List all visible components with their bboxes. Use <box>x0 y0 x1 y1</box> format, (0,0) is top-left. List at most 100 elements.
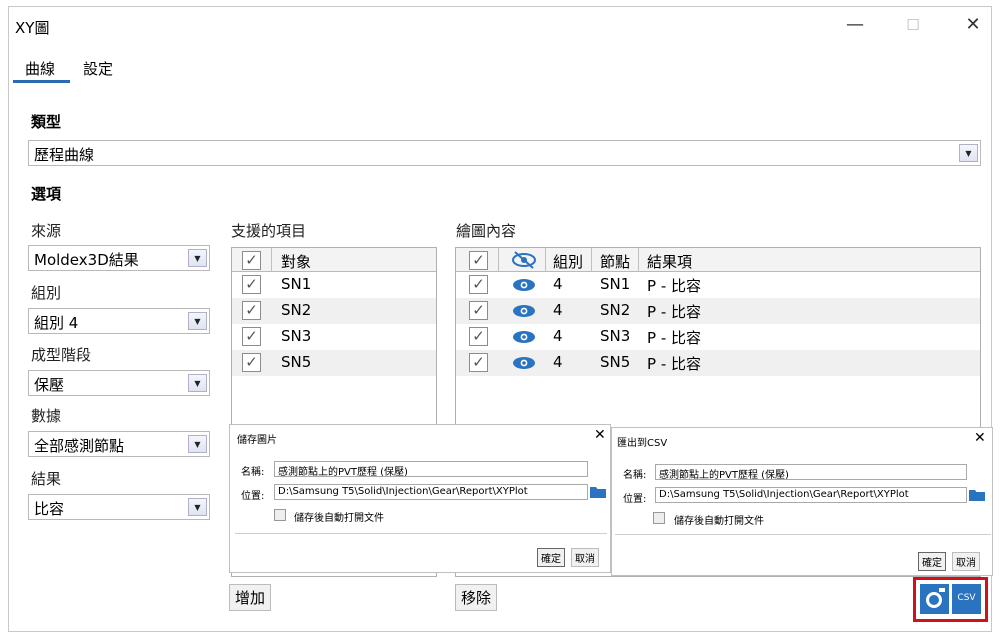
location-field[interactable]: D:\Samsung T5\Solid\Injection\Gear\Repor… <box>655 487 967 503</box>
auto-open-label: 儲存後自動打開文件 <box>294 513 384 524</box>
supported-item-label: SN2 <box>281 301 312 319</box>
location-label: 位置: <box>241 491 265 502</box>
close-icon[interactable]: ✕ <box>594 427 606 443</box>
stage-select-value: 保壓 <box>34 376 65 394</box>
plot-row[interactable]: ✓ 4 SN2 P - 比容 <box>456 298 980 324</box>
result-select-value: 比容 <box>34 500 65 518</box>
row-checkbox[interactable]: ✓ <box>469 301 488 320</box>
chevron-down-icon: ▼ <box>188 312 207 330</box>
result-cell: P - 比容 <box>647 329 701 347</box>
plot-row[interactable]: ✓ 4 SN3 P - 比容 <box>456 324 980 350</box>
supported-item-label: SN3 <box>281 327 312 345</box>
dialog-title: 儲存圖片 <box>237 435 277 446</box>
supported-row[interactable]: ✓ SN2 <box>232 298 436 324</box>
location-label: 位置: <box>623 494 647 505</box>
supported-items-label: 支援的項目 <box>231 222 307 240</box>
data-select[interactable]: 全部感測節點 ▼ <box>28 431 210 457</box>
group-cell: 4 <box>553 353 563 371</box>
divider <box>615 534 991 535</box>
auto-open-checkbox[interactable] <box>653 512 665 524</box>
row-checkbox[interactable]: ✓ <box>242 327 261 346</box>
node-cell: SN1 <box>600 275 631 293</box>
row-checkbox[interactable]: ✓ <box>469 353 488 372</box>
chevron-down-icon: ▼ <box>188 435 207 453</box>
group-select-value: 組別 4 <box>34 314 79 332</box>
remove-button[interactable]: 移除 <box>455 584 498 611</box>
eye-icon[interactable] <box>511 354 537 372</box>
folder-icon[interactable] <box>969 488 985 501</box>
select-all-checkbox[interactable]: ✓ <box>469 251 488 270</box>
save-image-dialog: 儲存圖片 ✕ 名稱: 感測節點上的PVT歷程 (保壓) 位置: D:\Samsu… <box>229 424 611 573</box>
add-button[interactable]: 增加 <box>229 584 272 611</box>
name-label: 名稱: <box>241 467 265 478</box>
chevron-down-icon: ▼ <box>959 144 978 162</box>
source-select-value: Moldex3D結果 <box>34 251 139 269</box>
supported-item-label: SN1 <box>281 275 312 293</box>
tab-curve[interactable]: 曲線 <box>25 58 55 79</box>
eye-icon[interactable] <box>511 328 537 346</box>
supported-row[interactable]: ✓ SN1 <box>232 272 436 298</box>
camera-icon <box>926 588 945 608</box>
export-csv-dialog: 匯出到CSV ✕ 名稱: 感測節點上的PVT歷程 (保壓) 位置: D:\Sam… <box>611 427 993 576</box>
group-column-header: 組別 <box>553 253 584 271</box>
tab-settings[interactable]: 設定 <box>83 58 113 79</box>
source-select[interactable]: Moldex3D結果 ▼ <box>28 245 210 271</box>
minimize-button[interactable]: — <box>840 14 870 35</box>
location-field[interactable]: D:\Samsung T5\Solid\Injection\Gear\Repor… <box>274 484 588 500</box>
eye-icon[interactable] <box>511 302 537 320</box>
node-cell: SN2 <box>600 301 631 319</box>
close-icon[interactable]: ✕ <box>974 430 986 446</box>
result-select[interactable]: 比容 ▼ <box>28 494 210 520</box>
node-column-header: 節點 <box>600 253 631 271</box>
node-cell: SN5 <box>600 353 631 371</box>
row-checkbox[interactable]: ✓ <box>469 327 488 346</box>
result-label: 結果 <box>31 470 62 488</box>
plot-row[interactable]: ✓ 4 SN5 P - 比容 <box>456 350 980 376</box>
chevron-down-icon: ▼ <box>188 498 207 516</box>
name-field[interactable]: 感測節點上的PVT歷程 (保壓) <box>655 464 967 480</box>
eye-hidden-icon[interactable] <box>511 251 537 269</box>
close-button[interactable]: ✕ <box>958 14 988 35</box>
group-cell: 4 <box>553 301 563 319</box>
stage-select[interactable]: 保壓 ▼ <box>28 370 210 396</box>
row-checkbox[interactable]: ✓ <box>242 353 261 372</box>
export-csv-button[interactable]: CSV <box>952 584 981 614</box>
plot-row[interactable]: ✓ 4 SN1 P - 比容 <box>456 272 980 298</box>
row-checkbox[interactable]: ✓ <box>469 275 488 294</box>
result-column-header: 結果項 <box>647 253 693 271</box>
chevron-down-icon: ▼ <box>188 374 207 392</box>
result-cell: P - 比容 <box>647 303 701 321</box>
source-label: 來源 <box>31 222 62 240</box>
group-select[interactable]: 組別 4 ▼ <box>28 308 210 334</box>
plot-content-label: 繪圖內容 <box>456 222 517 240</box>
csv-icon: CSV <box>957 593 976 603</box>
maximize-button[interactable]: ☐ <box>898 16 928 34</box>
auto-open-checkbox[interactable] <box>274 509 286 521</box>
type-select[interactable]: 歷程曲線 ▼ <box>28 140 981 166</box>
supported-item-label: SN5 <box>281 353 312 371</box>
supported-row[interactable]: ✓ SN3 <box>232 324 436 350</box>
type-section-label: 類型 <box>31 113 62 131</box>
eye-icon[interactable] <box>511 276 537 294</box>
row-checkbox[interactable]: ✓ <box>242 301 261 320</box>
name-label: 名稱: <box>623 470 647 481</box>
group-label: 組別 <box>31 284 62 302</box>
auto-open-label: 儲存後自動打開文件 <box>674 516 764 527</box>
options-section-label: 選項 <box>31 185 62 203</box>
window-title: XY圖 <box>15 19 50 37</box>
stage-label: 成型階段 <box>31 346 92 364</box>
row-checkbox[interactable]: ✓ <box>242 275 261 294</box>
name-field[interactable]: 感測節點上的PVT歷程 (保壓) <box>274 461 588 477</box>
group-cell: 4 <box>553 327 563 345</box>
result-cell: P - 比容 <box>647 277 701 295</box>
ok-button[interactable]: 確定 <box>537 548 565 567</box>
save-image-button[interactable] <box>920 584 949 614</box>
divider <box>235 533 607 534</box>
folder-icon[interactable] <box>590 485 606 498</box>
cancel-button[interactable]: 取消 <box>952 552 980 571</box>
type-select-value: 歷程曲線 <box>34 146 95 164</box>
cancel-button[interactable]: 取消 <box>571 548 599 567</box>
ok-button[interactable]: 確定 <box>918 552 946 571</box>
supported-row[interactable]: ✓ SN5 <box>232 350 436 376</box>
select-all-checkbox[interactable]: ✓ <box>242 251 261 270</box>
